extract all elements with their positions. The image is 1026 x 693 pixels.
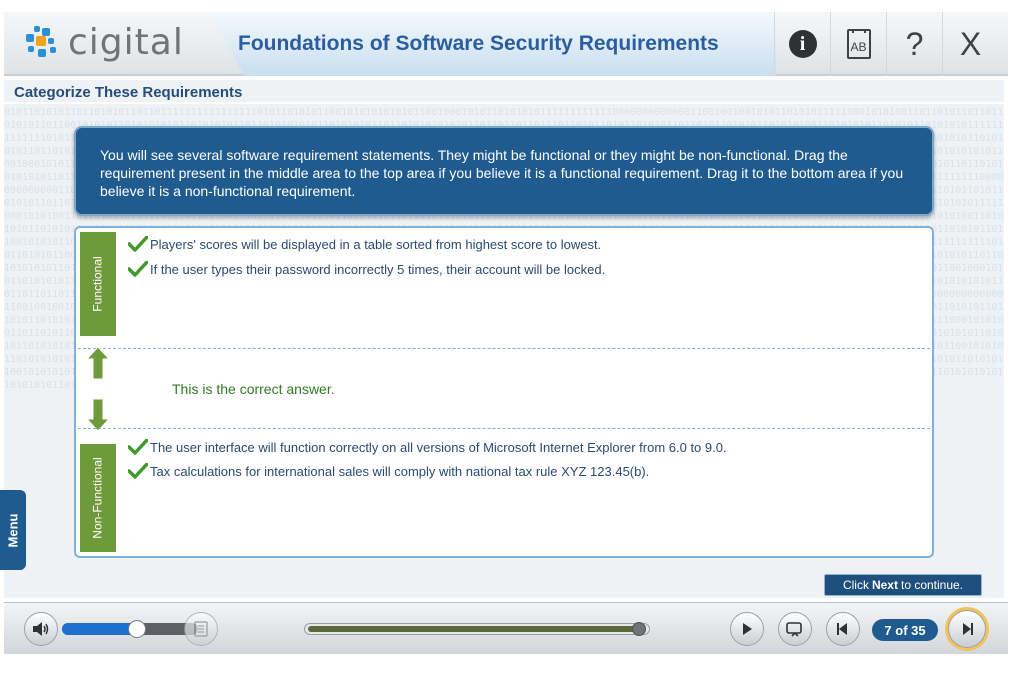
logo-text: cigital xyxy=(68,21,184,63)
previous-button[interactable] xyxy=(826,612,860,646)
instructions-box: You will see several software requiremen… xyxy=(74,126,934,216)
functional-requirement-item[interactable]: Players' scores will be displayed in a t… xyxy=(128,236,601,252)
arrow-up-icon xyxy=(85,346,111,380)
course-title-tab: Foundations of Software Security Require… xyxy=(210,12,776,76)
menu-label: Menu xyxy=(5,513,21,547)
volume-button[interactable] xyxy=(24,612,58,646)
checkmark-icon xyxy=(128,236,148,252)
play-icon xyxy=(743,623,752,635)
close-button[interactable]: X xyxy=(942,12,998,76)
volume-slider[interactable] xyxy=(62,620,198,638)
speaker-icon xyxy=(33,622,49,636)
requirement-text: If the user types their password incorre… xyxy=(150,261,606,277)
zone-divider-bottom xyxy=(78,428,930,429)
glossary-icon: AB xyxy=(846,29,871,59)
nonfunctional-zone-text: Non-Functional xyxy=(91,457,105,539)
functional-zone-text: Functional xyxy=(91,256,105,312)
volume-knob[interactable] xyxy=(127,620,146,638)
slide-progress-bar[interactable] xyxy=(304,622,650,636)
nonfunctional-zone-label: Non-Functional xyxy=(80,444,116,552)
functional-requirement-item[interactable]: If the user types their password incorre… xyxy=(128,261,605,277)
continue-prompt: Click Next to continue. xyxy=(824,574,982,596)
logo-mark-icon xyxy=(22,22,62,62)
feedback-message: This is the correct answer. xyxy=(172,381,335,397)
continue-prefix: Click xyxy=(842,578,869,592)
nonfunctional-requirement-item[interactable]: Tax calculations for international sales… xyxy=(128,463,649,479)
zone-divider-top xyxy=(78,348,930,349)
notes-icon xyxy=(194,621,208,637)
section-title: Categorize These Requirements xyxy=(14,84,243,101)
checkmark-icon xyxy=(128,439,148,455)
next-icon xyxy=(963,623,973,635)
section-divider xyxy=(4,102,1004,104)
cigital-logo: cigital xyxy=(22,20,184,64)
transcript-button[interactable] xyxy=(184,612,218,646)
info-icon: i xyxy=(788,30,817,58)
nonfunctional-requirement-item[interactable]: The user interface will function correct… xyxy=(128,439,727,455)
player-controls: 7 of 35 xyxy=(4,602,1008,654)
previous-icon xyxy=(837,623,847,635)
play-button[interactable] xyxy=(730,612,764,646)
progress-fill xyxy=(308,626,640,632)
help-button[interactable]: ? xyxy=(886,12,942,76)
drag-drop-area: Functional Players' scores will be displ… xyxy=(74,226,934,558)
glossary-button[interactable]: AB xyxy=(830,12,886,76)
arrow-down-icon xyxy=(85,398,111,432)
course-player-window: cigital Foundations of Software Security… xyxy=(0,0,1026,693)
replay-button[interactable] xyxy=(778,612,812,646)
checkmark-icon xyxy=(128,463,148,479)
header-bar: cigital Foundations of Software Security… xyxy=(4,12,1008,76)
continue-suffix: to continue. xyxy=(900,578,964,592)
volume-fill xyxy=(62,623,137,635)
page-counter: 7 of 35 xyxy=(872,619,938,641)
slide-content: 0101101010110110101011011011111111111111… xyxy=(4,80,1004,598)
replay-icon xyxy=(786,622,802,637)
menu-tab[interactable]: Menu xyxy=(0,490,26,570)
continue-next: Next xyxy=(871,578,898,592)
functional-zone-label: Functional xyxy=(80,232,116,336)
info-button[interactable]: i xyxy=(774,12,830,76)
requirement-text: Tax calculations for international sales… xyxy=(150,463,650,479)
next-button[interactable] xyxy=(948,610,986,648)
progress-knob[interactable] xyxy=(632,622,647,636)
requirement-text: Players' scores will be displayed in a t… xyxy=(150,236,602,252)
requirement-text: The user interface will function correct… xyxy=(150,439,727,455)
checkmark-icon xyxy=(128,261,148,277)
course-title: Foundations of Software Security Require… xyxy=(238,32,719,55)
